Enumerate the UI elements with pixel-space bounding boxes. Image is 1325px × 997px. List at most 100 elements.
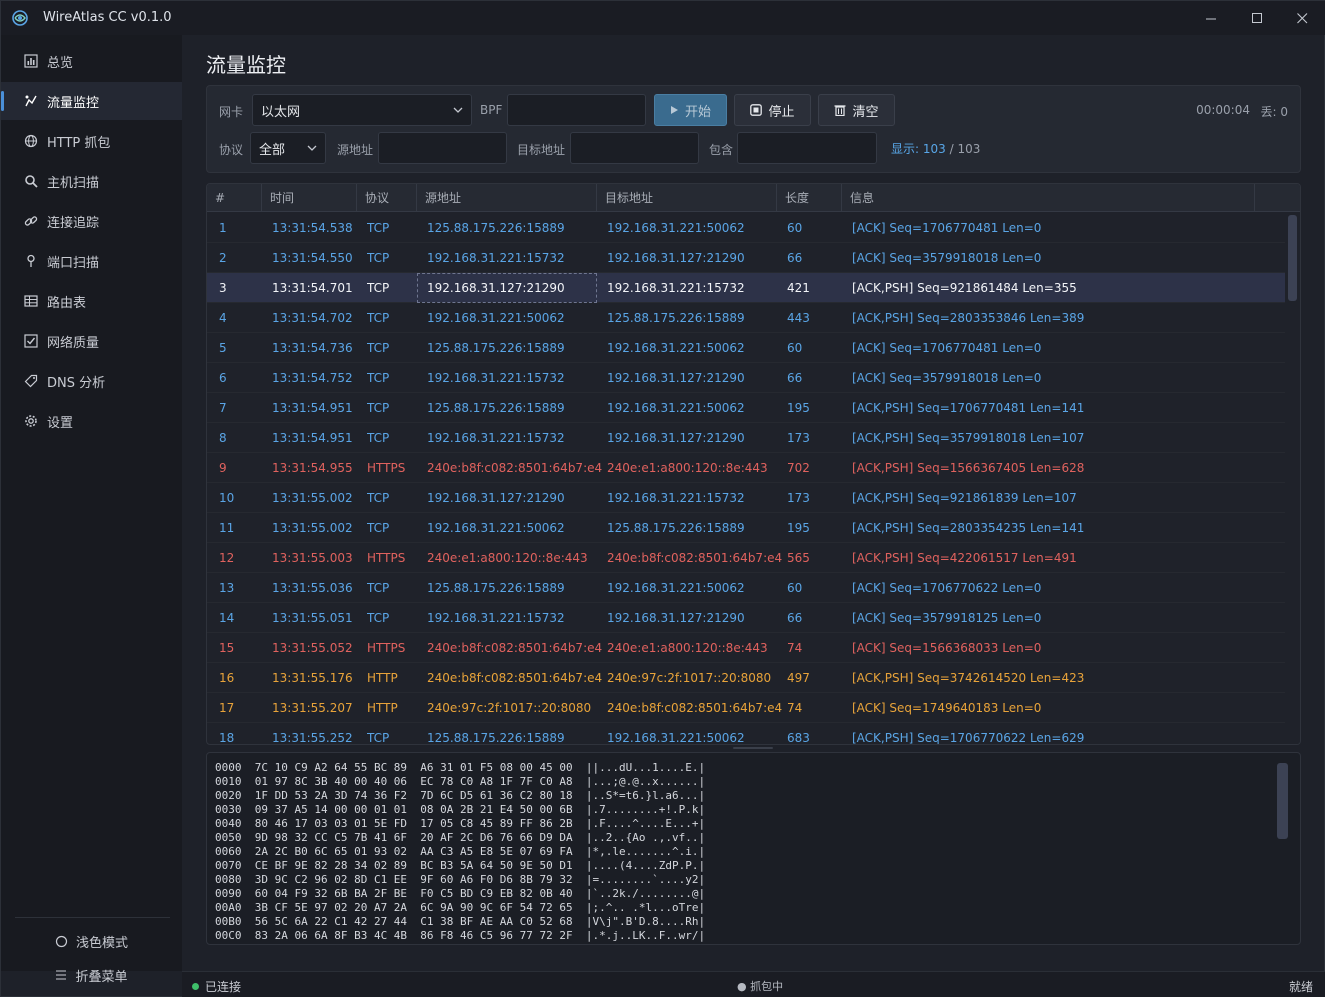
contains-input[interactable] [737,132,877,164]
hex-line: 0030 09 37 A5 14 00 00 01 01 08 0A 2B 21… [215,803,706,816]
protocol-label: 协议 [219,143,244,157]
table-row[interactable]: 17 13:31:55.207 HTTP 240e:97c:2f:1017::20:8… [207,693,1285,723]
contains-text[interactable] [746,133,876,163]
cell-destination: 240e:b8f:c082:8501:64b7:e4 [607,551,782,565]
table-row[interactable]: 14 13:31:55.051 TCP 192.168.31.221:15732 192… [207,603,1285,633]
table-row[interactable]: 18 13:31:55.252 TCP 125.88.175.226:15889 192… [207,723,1285,745]
table-row[interactable]: 9 13:31:54.955 HTTPS 240e:b8f:c082:8501:64b… [207,453,1285,483]
column-header-time[interactable]: 时间 [262,184,357,212]
sidebar-item-label: 设置 [47,415,74,431]
table-row[interactable]: 12 13:31:55.003 HTTPS 240e:e1:a800:120::8e:… [207,543,1285,573]
table-row[interactable]: 10 13:31:55.002 TCP 192.168.31.127:21290 192… [207,483,1285,513]
cell-time: 13:31:55.036 [272,581,353,595]
table-row[interactable]: 6 13:31:54.752 TCP 192.168.31.221:15732 192.… [207,363,1285,393]
chart-icon [23,53,39,69]
table-row[interactable]: 4 13:31:54.702 TCP 192.168.31.221:50062 125.… [207,303,1285,333]
sidebar-item-label: HTTP 抓包 [47,135,111,151]
table-row[interactable]: 3 13:31:54.701 TCP 192.168.31.127:21290 192.… [207,273,1285,303]
table-row[interactable]: 13 13:31:55.036 TCP 125.88.175.226:15889 192… [207,573,1285,603]
cell-source: 240e:e1:a800:120::8e:443 [427,551,588,565]
sidebar-item-label: 主机扫描 [47,175,100,191]
page-title: 流量监控 [206,53,286,77]
cell-number: 8 [219,431,227,445]
source-address-input[interactable] [378,132,507,164]
cell-length: 702 [787,461,810,475]
cell-destination: 192.168.31.221:50062 [607,341,745,355]
sidebar-item-port-scan[interactable]: 端口扫描 [1,242,182,280]
stop-label: 停止 [768,104,795,120]
cell-number: 1 [219,221,227,235]
table-row[interactable]: 11 13:31:55.002 TCP 192.168.31.221:50062 125… [207,513,1285,543]
column-header-number[interactable]: # [207,184,262,212]
cell-time: 13:31:54.538 [272,221,353,235]
pin-icon [23,253,39,269]
column-header-info[interactable]: 信息 [842,184,1255,212]
table-row[interactable]: 16 13:31:55.176 HTTP 240e:b8f:c082:8501:64b… [207,663,1285,693]
cell-number: 16 [219,671,235,685]
cell-length: 66 [787,611,803,625]
maximize-button[interactable] [1234,5,1280,31]
sidebar-item-traffic-monitor[interactable]: 流量监控 [1,82,182,120]
hex-line: 0070 CE BF 9E 82 28 34 02 89 BC B3 5A 64… [215,859,706,872]
capture-status: ● 抓包中 [737,980,784,993]
table-row[interactable]: 7 13:31:54.951 TCP 125.88.175.226:15889 192.… [207,393,1285,423]
sidebar-item-settings[interactable]: 设置 [1,402,182,440]
light-mode-toggle[interactable]: 浅色模式 [1,930,182,952]
hex-line: 0080 3D 9C C2 96 02 8D C1 EE 9F 60 A6 F0… [215,873,706,886]
close-icon [1296,12,1307,23]
sidebar-item-http-capture[interactable]: HTTP 抓包 [1,122,182,160]
table-body: 1 13:31:54.538 TCP 125.88.175.226:15889 192.… [207,213,1285,745]
column-header-destination[interactable]: 目标地址 [597,184,777,212]
sidebar-item-dns-analysis[interactable]: DNS 分析 [1,362,182,400]
sidebar-item-overview[interactable]: 总览 [1,42,182,80]
cell-protocol: TCP [367,491,390,505]
hex-scrollbar-thumb[interactable] [1277,763,1288,839]
table-scrollbar[interactable] [1285,213,1300,744]
cell-source: 192.168.31.221:15732 [427,251,565,265]
collapse-menu-button[interactable]: 折叠菜单 [1,964,182,986]
cell-length: 74 [787,641,803,655]
hex-line: 0060 2A 2C B0 6C 65 01 93 02 AA C3 A5 E8… [215,845,706,858]
chevron-down-icon [307,145,317,151]
destination-address-text[interactable] [579,133,698,163]
cell-protocol: TCP [367,731,390,745]
table-row[interactable]: 15 13:31:55.052 HTTPS 240e:b8f:c082:8501:64… [207,633,1285,663]
table-row[interactable]: 5 13:31:54.736 TCP 125.88.175.226:15889 192.… [207,333,1285,363]
bpf-filter-text[interactable] [516,95,645,125]
tag-icon [23,373,39,389]
hex-line: 00A0 3B CF 5E 97 02 20 A7 2A 6C 9A 90 9C… [215,901,706,914]
sidebar-item-label: 流量监控 [47,95,100,111]
start-button[interactable]: 开始 [654,94,727,126]
cell-destination: 192.168.31.127:21290 [607,371,745,385]
cell-length: 565 [787,551,810,565]
hex-line: 0090 60 04 F9 32 6B BA 2F BE F0 C5 BD C9… [215,887,706,900]
nic-select[interactable]: 以太网 [252,94,472,126]
table-row[interactable]: 8 13:31:54.951 TCP 192.168.31.221:15732 192.… [207,423,1285,453]
source-address-text[interactable] [387,133,506,163]
close-button[interactable] [1279,5,1325,31]
sidebar-item-route-table[interactable]: 路由表 [1,282,182,320]
display-count-shown: 显示: 103 [891,142,946,156]
sidebar-item-host-scan[interactable]: 主机扫描 [1,162,182,200]
pane-splitter-handle[interactable] [733,747,773,749]
column-header-protocol[interactable]: 协议 [357,184,417,212]
sidebar-item-network-quality[interactable]: 网络质量 [1,322,182,360]
stop-icon [750,104,763,116]
column-header-source[interactable]: 源地址 [417,184,597,212]
sidebar-item-connection-tracking[interactable]: 连接追踪 [1,202,182,240]
clear-button[interactable]: 清空 [818,94,895,126]
minimize-button[interactable] [1188,5,1234,31]
table-row[interactable]: 1 13:31:54.538 TCP 125.88.175.226:15889 192.… [207,213,1285,243]
minimize-icon [1205,18,1216,19]
column-header-length[interactable]: 长度 [777,184,842,212]
stop-button[interactable]: 停止 [734,94,811,126]
bpf-filter-input[interactable] [507,94,646,126]
cell-number: 6 [219,371,227,385]
table-scrollbar-thumb[interactable] [1288,215,1297,301]
protocol-select[interactable]: 全部 [250,132,326,164]
destination-address-input[interactable] [570,132,699,164]
table-row[interactable]: 2 13:31:54.550 TCP 192.168.31.221:15732 192.… [207,243,1285,273]
cell-info: [ACK,PSH] Seq=1566367405 Len=628 [852,461,1085,475]
hex-line: 0000 7C 10 C9 A2 64 55 BC 89 A6 31 01 F5… [215,761,706,774]
hex-line: 0010 01 97 8C 3B 40 00 40 06 EC 78 C0 A8… [215,775,706,788]
